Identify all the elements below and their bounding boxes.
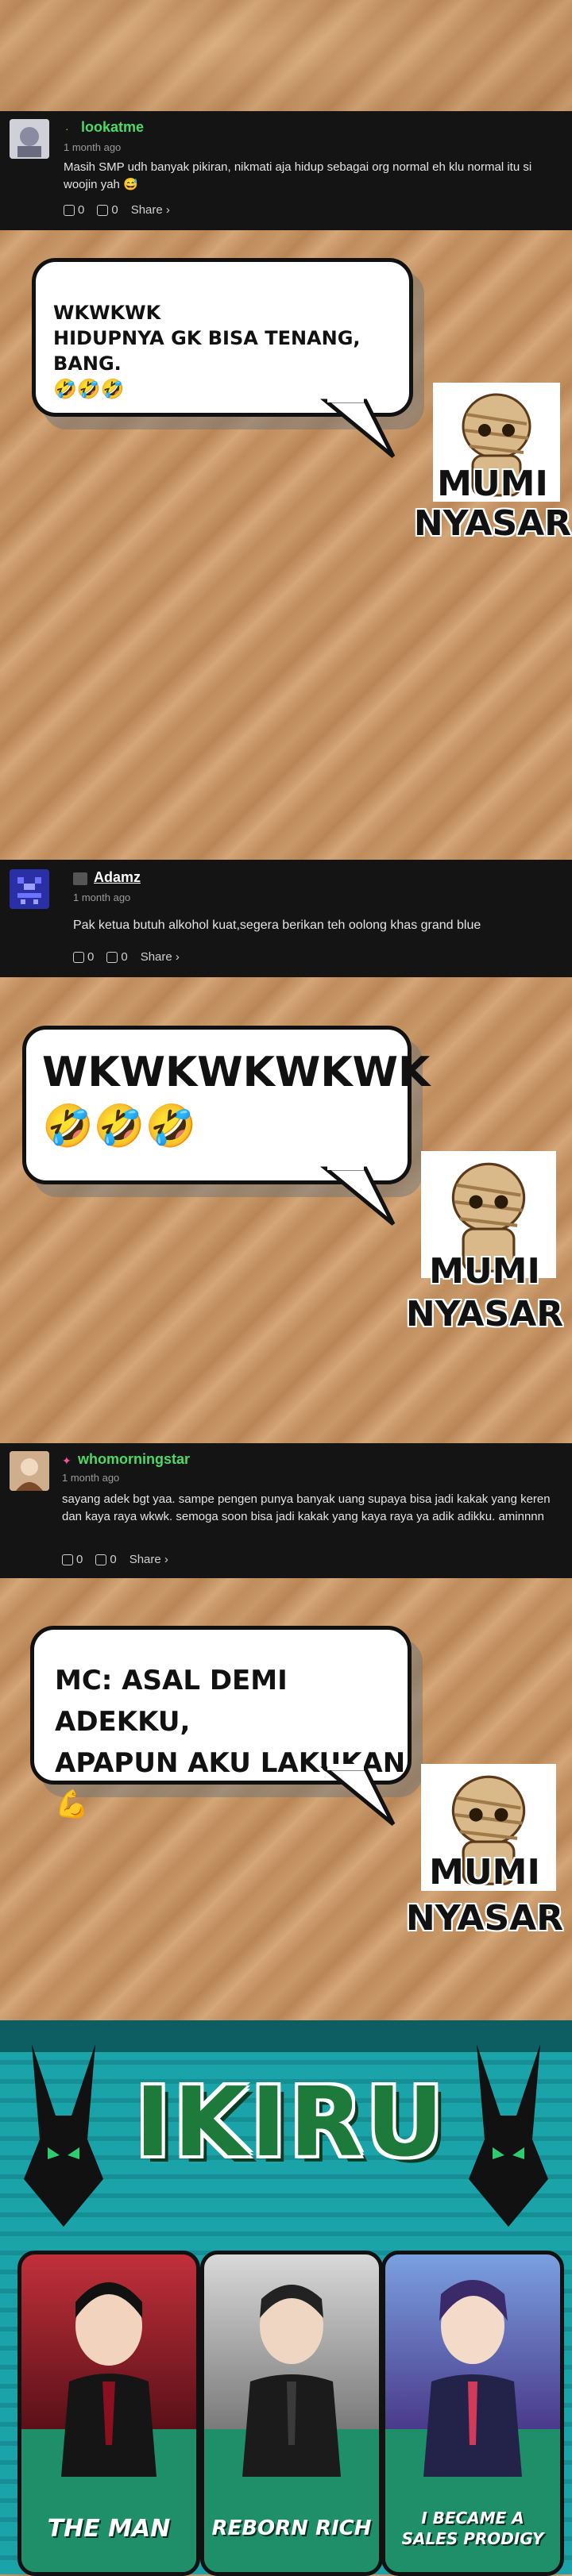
comment-username[interactable]: lookatme (81, 119, 144, 136)
thumbs-up-icon (62, 1554, 73, 1565)
thumbs-up-icon (64, 204, 75, 216)
watermark-line: MUMI (429, 1251, 540, 1292)
character-portrait-icon (423, 2280, 522, 2477)
comment-actions: 0 0 Share › (73, 950, 180, 964)
mumi-nyasar-watermark: MUMI NYASAR (405, 1250, 564, 1336)
watermark-line: NYASAR (405, 1898, 564, 1939)
avatar-icon (10, 119, 49, 159)
comment-time: 1 month ago (73, 891, 131, 903)
comment-card: Adamz 1 month ago Pak ketua butuh alkoho… (0, 860, 572, 977)
thumbs-up-icon (73, 951, 84, 963)
like-count: 0 (76, 1553, 83, 1566)
user-dot-icon: · (65, 122, 69, 135)
thumbs-down-icon (95, 1554, 107, 1565)
share-button[interactable]: Share › (131, 203, 170, 217)
avatar[interactable] (10, 119, 49, 159)
comment-actions: 0 0 Share › (62, 1553, 168, 1566)
like-count: 0 (87, 950, 95, 964)
like-button[interactable]: 0 (62, 1553, 83, 1566)
speech-bubble: WKWKWK HIDUPNYA GK BISA TENANG, BANG. 🤣🤣… (32, 258, 413, 417)
character-portrait-icon (242, 2285, 341, 2477)
bubble-tail (320, 396, 396, 458)
bubble-line: MC: ASAL DEMI ADEKKU, (55, 1665, 288, 1738)
thumbs-down-icon (97, 204, 109, 216)
comment-text: sayang adek bgt yaa. sampe pengen punya … (62, 1492, 551, 1523)
avatar[interactable] (10, 1451, 49, 1491)
dislike-button[interactable]: 0 (106, 950, 128, 964)
anubis-right-icon (469, 2044, 548, 2227)
ikiru-logo: IKIRU (135, 2068, 447, 2178)
avatar-icon (10, 1451, 49, 1491)
card-title: REBORN RICH (204, 2485, 379, 2572)
comment-username[interactable]: Adamz (94, 869, 141, 886)
comment-time: 1 month ago (64, 141, 122, 153)
card-title-line: SALES PRODIGY (401, 2529, 544, 2548)
manhwa-card-the-man[interactable]: THE MAN (17, 2251, 200, 2576)
manhwa-card-reborn-rich[interactable]: REBORN RICH (200, 2251, 383, 2576)
dislike-button[interactable]: 0 (97, 203, 118, 217)
share-button[interactable]: Share › (129, 1553, 168, 1566)
manhwa-card-sales-prodigy[interactable]: I BECAME A SALES PRODIGY (381, 2251, 564, 2576)
dislike-count: 0 (110, 1553, 117, 1566)
thumbs-down-icon (106, 951, 118, 963)
watermark-line: NYASAR (405, 1294, 564, 1334)
dislike-button[interactable]: 0 (95, 1553, 117, 1566)
ikiru-promo-banner[interactable]: IKIRU THE MAN REBORN RICH I BECAME A SAL… (0, 2020, 572, 2576)
comment-card: ✦ whomorningstar 1 month ago sayang adek… (0, 1443, 572, 1578)
bubble-line: WKWKWKWKWK (42, 1049, 431, 1096)
share-button[interactable]: Share › (141, 950, 180, 964)
watermark-line: MUMI (429, 1852, 540, 1893)
mumi-nyasar-watermark: MUMI NYASAR (405, 1850, 564, 1942)
comment-actions: 0 0 Share › (64, 203, 170, 217)
comment-username[interactable]: whomorningstar (78, 1451, 190, 1468)
bubble-line: HIDUPNYA GK BISA TENANG, BANG. (53, 327, 361, 375)
dislike-count: 0 (121, 950, 128, 964)
card-title: I BECAME A SALES PRODIGY (385, 2485, 560, 2572)
watermark-line: NYASAR (413, 503, 572, 544)
like-button[interactable]: 0 (73, 950, 94, 964)
card-title: THE MAN (21, 2485, 196, 2572)
speech-bubble: WKWKWKWKWK 🤣🤣🤣 (22, 1026, 430, 1184)
bubble-tail (320, 1764, 396, 1826)
comment-text: Pak ketua butuh alkohol kuat,segera beri… (73, 918, 481, 932)
badge-icon (73, 872, 87, 885)
anubis-left-icon (24, 2044, 103, 2227)
watermark-line: MUMI (437, 464, 548, 504)
mumi-nyasar-watermark: MUMI NYASAR (413, 464, 572, 544)
comment-text: Masih SMP udh banyak pikiran, nikmati aj… (64, 160, 532, 191)
comment-time: 1 month ago (62, 1472, 120, 1484)
like-button[interactable]: 0 (64, 203, 84, 217)
bubble-line: 🤣🤣🤣 (42, 1103, 197, 1150)
character-portrait-icon (61, 2282, 157, 2477)
dislike-count: 0 (111, 203, 118, 217)
pixel-avatar-icon (10, 869, 49, 909)
badge-icon: ✦ (62, 1454, 72, 1467)
bubble-tail (320, 1164, 396, 1226)
sand-background (0, 0, 572, 111)
card-title-line: I BECAME A (421, 2509, 524, 2528)
comment-card: · lookatme 1 month ago Masih SMP udh ban… (0, 111, 572, 230)
bubble-line: WKWKWK (53, 302, 161, 324)
speech-bubble: MC: ASAL DEMI ADEKKU, APAPUN AKU LAKUKAN… (30, 1626, 412, 1820)
like-count: 0 (78, 203, 85, 217)
avatar[interactable] (10, 869, 49, 909)
